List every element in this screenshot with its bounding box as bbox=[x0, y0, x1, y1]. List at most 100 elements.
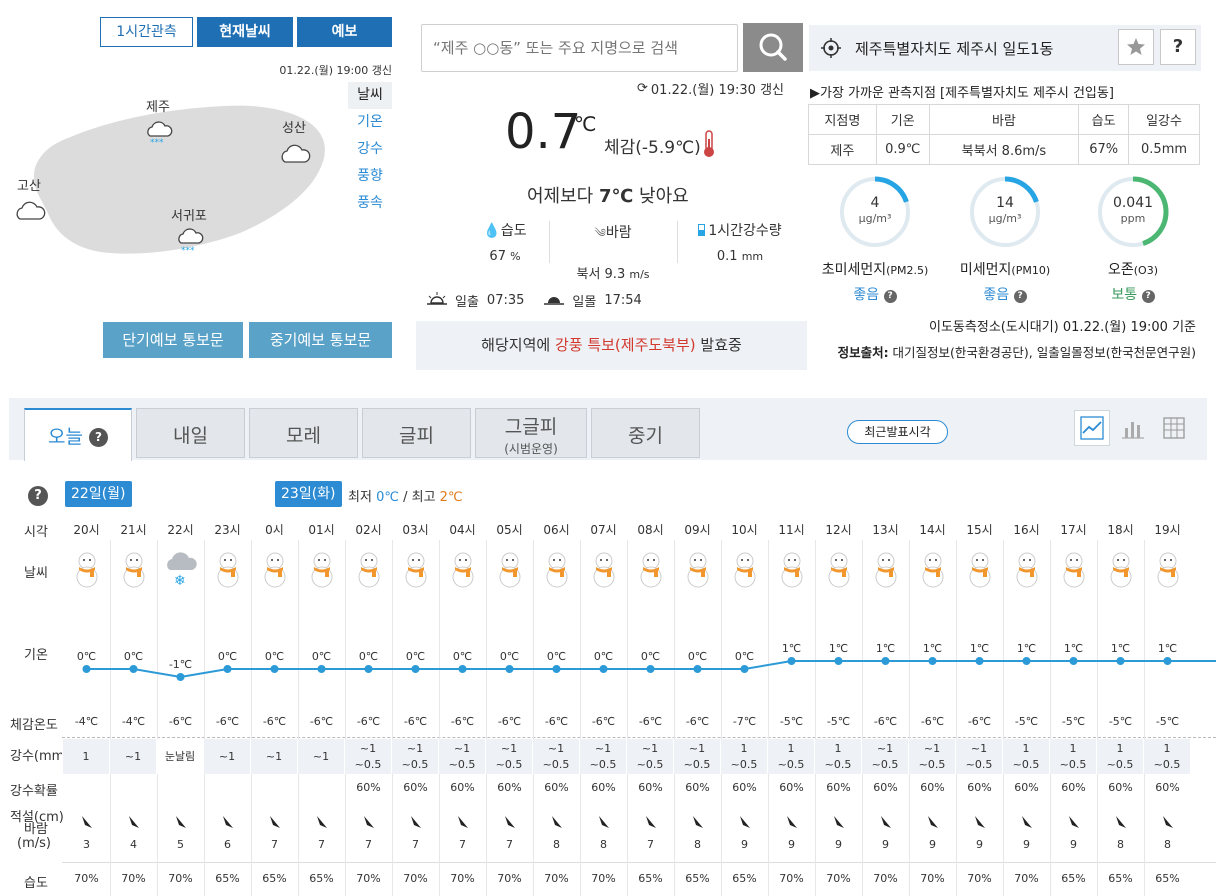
temperature-label: 1℃ bbox=[1158, 642, 1177, 655]
current-temperature: 0.7 bbox=[505, 104, 582, 160]
hour-label: 19시 bbox=[1154, 523, 1181, 537]
map-layer-nav: 날씨 기온 강수 풍향 풍속 bbox=[348, 82, 392, 217]
precip-cell: ~1 bbox=[298, 739, 345, 774]
feels-like: 체감(-5.9℃) bbox=[604, 138, 701, 158]
search-input[interactable] bbox=[421, 24, 738, 72]
observation-table: 지점명 기온 바람 습도 일강수 제주 0.9℃ 북북서 8.6m/s 67% … bbox=[808, 104, 1200, 165]
tab-4days[interactable]: 그글피 (시범운영) bbox=[475, 408, 587, 458]
tab-current-weather[interactable]: 현재날씨 bbox=[197, 17, 293, 47]
obs-header-humidity: 습도 bbox=[1078, 104, 1130, 135]
cloud-icon bbox=[14, 195, 46, 227]
sunset-icon bbox=[542, 290, 566, 310]
mid-term-forecast-button[interactable]: 중기예보 통보문 bbox=[249, 322, 392, 358]
feels-cell: -5℃ bbox=[1061, 715, 1086, 728]
snowman-icon bbox=[768, 550, 815, 591]
map-updated-time: 01.22.(월) 19:00 갱신 bbox=[279, 64, 392, 77]
sun-times: 일출 07:35 일몰 17:54 bbox=[425, 290, 642, 310]
table-view-button[interactable] bbox=[1160, 414, 1188, 446]
wind-speed-cell: 9 bbox=[1023, 838, 1030, 851]
humidity-cell: 65% bbox=[1061, 872, 1086, 885]
map-layer-precipitation[interactable]: 강수 bbox=[348, 136, 392, 163]
wind-arrow-icon bbox=[721, 812, 768, 835]
feels-cell: -6℃ bbox=[168, 715, 193, 728]
tab-today[interactable]: 오늘 ? bbox=[24, 408, 132, 461]
feels-cell: -6℃ bbox=[544, 715, 569, 728]
wind-speed-cell: 7 bbox=[365, 838, 372, 851]
wind-speed-cell: 9 bbox=[929, 838, 936, 851]
wind-arrow-icon bbox=[298, 812, 345, 835]
weather-alert-banner[interactable]: 해당지역에 강풍 특보(제주도북부) 발효중 bbox=[416, 321, 807, 370]
temperature-point bbox=[693, 665, 702, 673]
wind-speed-cell: 8 bbox=[694, 838, 701, 851]
snow-value: ~0.5 bbox=[965, 758, 993, 771]
precip-cell: 1 ~0.5 bbox=[1144, 739, 1191, 774]
snow-value: ~0.5 bbox=[1106, 758, 1134, 771]
hour-label: 15시 bbox=[966, 523, 993, 537]
humidity-cell: 70% bbox=[920, 872, 945, 885]
map-layer-temperature[interactable]: 기온 bbox=[348, 109, 392, 136]
question-icon[interactable]: ? bbox=[89, 428, 108, 447]
bar-view-button[interactable] bbox=[1118, 414, 1146, 446]
hour-label: 08시 bbox=[637, 523, 664, 537]
wind-speed-cell: 9 bbox=[741, 838, 748, 851]
tab-3days[interactable]: 글피 bbox=[362, 408, 471, 458]
help-button[interactable]: ? bbox=[1160, 29, 1196, 65]
tab-midterm[interactable]: 중기 bbox=[591, 408, 700, 458]
temperature-label: 1℃ bbox=[970, 642, 989, 655]
wind-stat: ༄바람 북서 9.3 m/s bbox=[576, 225, 650, 282]
air-gauge-1: 14 μg/m³ bbox=[968, 175, 1042, 249]
svg-text:***: *** bbox=[181, 246, 195, 255]
tab-forecast[interactable]: 예보 bbox=[297, 17, 392, 47]
temperature-point bbox=[176, 673, 185, 681]
humidity-cell: 65% bbox=[1108, 872, 1133, 885]
snow-cloud-icon: ❄ bbox=[157, 550, 204, 591]
air-unit: ppm bbox=[1120, 212, 1146, 225]
precip-cell: ~1 ~0.5 bbox=[674, 739, 721, 774]
latest-release-button[interactable]: 최근발표시각 bbox=[847, 420, 948, 444]
rain-gauge-icon bbox=[698, 224, 706, 236]
feels-cell: -6℃ bbox=[450, 715, 475, 728]
hour-label: 17시 bbox=[1060, 523, 1087, 537]
obs-station: 제주 bbox=[808, 134, 877, 165]
tab-day-after[interactable]: 모레 bbox=[249, 408, 358, 458]
temperature-label: 0℃ bbox=[124, 650, 143, 663]
short-term-forecast-button[interactable]: 단기예보 통보문 bbox=[103, 322, 243, 358]
favorite-button[interactable] bbox=[1118, 29, 1154, 65]
tab-hourly-observation[interactable]: 1시간관측 bbox=[100, 17, 193, 47]
feels-cell: -6℃ bbox=[356, 715, 381, 728]
forecast-help-icon[interactable]: ? bbox=[28, 486, 48, 506]
map-layer-wind-speed[interactable]: 풍속 bbox=[348, 190, 392, 217]
temperature-label: 0℃ bbox=[265, 650, 284, 663]
snowman-icon bbox=[862, 550, 909, 591]
air-value: 0.041 bbox=[1112, 195, 1154, 211]
temperature-label: 0℃ bbox=[406, 650, 425, 663]
tab-tomorrow[interactable]: 내일 bbox=[136, 408, 245, 458]
hour-label: 10시 bbox=[731, 523, 758, 537]
hour-label: 01시 bbox=[308, 523, 335, 537]
graph-view-button[interactable] bbox=[1074, 410, 1110, 446]
search-button[interactable] bbox=[743, 23, 803, 72]
probability-cell: 60% bbox=[967, 781, 992, 794]
feels-cell: -6℃ bbox=[215, 715, 240, 728]
wind-arrow-icon bbox=[204, 812, 251, 835]
current-updated: ⟳ 01.22.(월) 19:30 갱신 bbox=[637, 81, 785, 98]
probability-cell: 60% bbox=[591, 781, 616, 794]
precip-cell: ~1 ~0.5 bbox=[580, 739, 627, 774]
question-icon: ? bbox=[1141, 290, 1155, 303]
wind-arrow-icon bbox=[1050, 812, 1097, 835]
precip-cell: ~1 ~0.5 bbox=[627, 739, 674, 774]
temperature-label: 0℃ bbox=[77, 650, 96, 663]
map-layer-weather[interactable]: 날씨 bbox=[348, 82, 392, 109]
air-label: 오존(O3) bbox=[1107, 262, 1158, 278]
droplet-icon: 💧 bbox=[483, 223, 501, 239]
refresh-icon[interactable]: ⟳ bbox=[637, 81, 648, 96]
wind-arrow-icon bbox=[345, 812, 392, 835]
temperature-point bbox=[740, 665, 749, 673]
map-layer-wind-direction[interactable]: 풍향 bbox=[348, 163, 392, 190]
snowman-icon bbox=[298, 550, 345, 591]
snow-value: ~0.5 bbox=[1153, 758, 1181, 771]
feels-cell: -5℃ bbox=[779, 715, 804, 728]
snow-value: ~0.5 bbox=[730, 758, 758, 771]
humidity-cell: 65% bbox=[638, 872, 663, 885]
location-target-icon[interactable] bbox=[820, 37, 842, 63]
